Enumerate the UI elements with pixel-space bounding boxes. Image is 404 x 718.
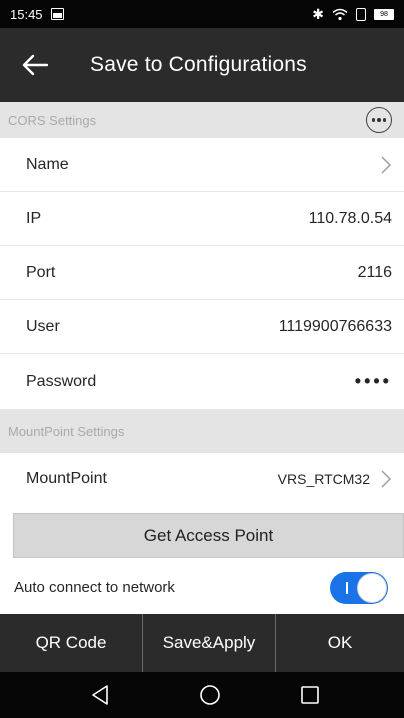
mountpoint-row[interactable]: MountPoint VRS_RTCM32 xyxy=(0,453,404,505)
toggle-knob xyxy=(357,572,387,603)
chevron-right-icon xyxy=(380,156,392,174)
ip-row[interactable]: IP 110.78.0.54 xyxy=(0,192,404,246)
qr-code-button[interactable]: QR Code xyxy=(0,614,143,672)
status-time: 15:45 xyxy=(10,6,43,22)
user-row[interactable]: User 1119900766633 xyxy=(0,300,404,354)
page-title: Save to Configurations xyxy=(90,53,307,76)
save-apply-button[interactable]: Save&Apply xyxy=(143,614,276,672)
status-icons: ✱ 98 xyxy=(312,6,394,23)
ok-button[interactable]: OK xyxy=(276,614,404,672)
name-label: Name xyxy=(26,155,69,173)
cors-settings-title: CORS Settings xyxy=(8,112,97,128)
toggle-on-mark xyxy=(346,581,348,594)
mountpoint-settings-header: MountPoint Settings xyxy=(0,409,404,453)
nav-home-icon[interactable] xyxy=(190,675,230,715)
chevron-right-icon xyxy=(380,470,392,488)
auto-connect-toggle[interactable] xyxy=(330,571,388,604)
app-bar: Save to Configurations xyxy=(0,28,404,102)
more-options-icon[interactable] xyxy=(366,107,392,133)
status-bar: 15:45 ✱ 98 xyxy=(0,0,404,28)
mountpoint-value: VRS_RTCM32 xyxy=(277,471,370,487)
ip-label: IP xyxy=(26,209,42,227)
nav-recent-apps-icon[interactable] xyxy=(290,675,330,715)
sim-icon xyxy=(356,7,366,21)
nav-back-icon[interactable] xyxy=(80,675,120,715)
spacer xyxy=(0,505,404,513)
user-value: 1119900766633 xyxy=(278,317,392,335)
mountpoint-label: MountPoint xyxy=(26,470,107,487)
system-nav-bar xyxy=(0,672,404,718)
port-row[interactable]: Port 2116 xyxy=(0,246,404,300)
battery-icon: 98 xyxy=(374,8,394,20)
get-access-point-button[interactable]: Get Access Point xyxy=(13,513,404,558)
cors-settings-header: CORS Settings xyxy=(0,102,404,138)
port-value: 2116 xyxy=(357,263,392,281)
user-label: User xyxy=(26,317,60,335)
password-value: •••• xyxy=(354,371,392,391)
password-label: Password xyxy=(26,372,97,390)
auto-connect-label: Auto connect to network xyxy=(14,579,175,596)
name-row[interactable]: Name xyxy=(0,138,404,192)
port-label: Port xyxy=(26,263,56,281)
arrow-left-icon[interactable] xyxy=(18,48,52,82)
bottom-action-bar: QR Code Save&Apply OK xyxy=(0,614,404,672)
password-row[interactable]: Password •••• xyxy=(0,354,404,409)
ip-value: 110.78.0.54 xyxy=(308,209,392,227)
wifi-icon xyxy=(332,8,348,20)
mountpoint-settings-title: MountPoint Settings xyxy=(8,423,125,439)
bluetooth-icon: ✱ xyxy=(312,5,324,22)
auto-connect-row: Auto connect to network xyxy=(0,562,404,613)
gallery-notification-icon xyxy=(50,8,64,20)
